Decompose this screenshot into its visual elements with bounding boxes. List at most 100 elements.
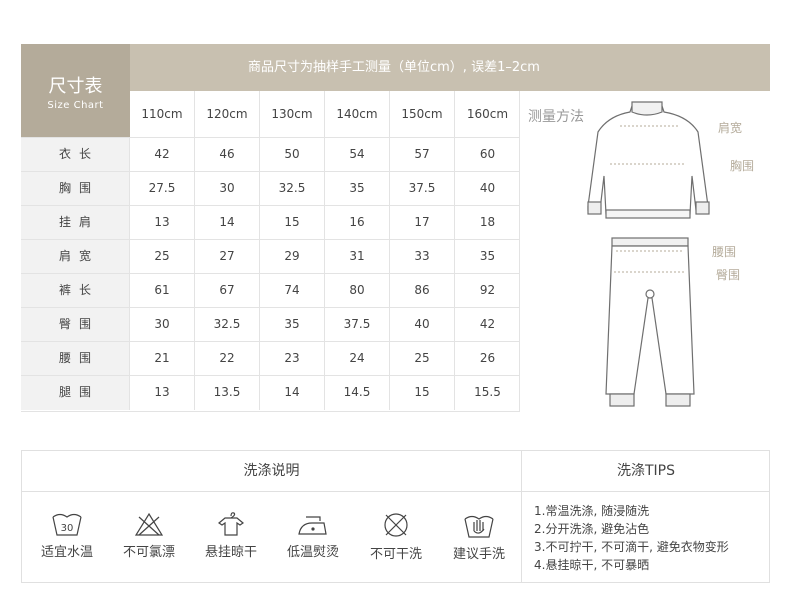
table-cell: 30 bbox=[130, 308, 195, 342]
washing-title: 洗涤说明 bbox=[22, 451, 521, 492]
shoulder-label: 肩宽 bbox=[718, 121, 743, 135]
wash-temp-badge: 30 bbox=[61, 523, 74, 534]
size-column-header: 140cm bbox=[325, 91, 390, 137]
table-cell: 86 bbox=[390, 274, 455, 308]
table-cell: 40 bbox=[390, 308, 455, 342]
table-cell: 27.5 bbox=[130, 172, 195, 206]
size-column-header: 150cm bbox=[390, 91, 455, 137]
table-cell: 31 bbox=[325, 240, 390, 274]
table-cell: 17 bbox=[390, 206, 455, 240]
table-cell: 13 bbox=[130, 376, 195, 410]
size-table: 110cm 120cm 130cm 140cm 150cm 160cm 衣长 4… bbox=[21, 91, 520, 412]
size-header-row: 110cm 120cm 130cm 140cm 150cm 160cm bbox=[130, 91, 520, 137]
table-cell: 15 bbox=[260, 206, 325, 240]
row-label: 胸围 bbox=[21, 172, 130, 206]
size-column-header: 110cm bbox=[130, 91, 195, 137]
hang-dry-item: 悬挂晾干 bbox=[190, 511, 272, 560]
table-cell: 13.5 bbox=[195, 376, 260, 410]
table-cell: 26 bbox=[479, 351, 496, 365]
table-cell: 32.5 bbox=[195, 308, 260, 342]
row-label: 挂肩 bbox=[21, 206, 130, 240]
table-cell: 16 bbox=[325, 206, 390, 240]
table-cell: 15.5 bbox=[474, 385, 501, 399]
table-cell: 57 bbox=[390, 138, 455, 172]
right-ankle-cuff bbox=[665, 393, 691, 407]
table-cell: 22 bbox=[195, 342, 260, 376]
table-cell: 61 bbox=[130, 274, 195, 308]
low-iron-item: 低温熨烫 bbox=[272, 511, 354, 560]
table-row: 胸围 27.5 30 32.5 35 37.5 40 bbox=[21, 171, 520, 206]
garment-diagram bbox=[587, 101, 710, 407]
table-cell: 42 bbox=[479, 317, 496, 331]
table-cell: 21 bbox=[130, 342, 195, 376]
table-cell: 35 bbox=[479, 249, 496, 263]
washing-tips-list: 1.常温洗涤, 随浸随洗 2.分开洗涤, 避免沾色 3.不可拧干, 不可滴干, … bbox=[521, 492, 770, 583]
table-cell: 37.5 bbox=[325, 308, 390, 342]
table-row: 腿围 13 13.5 14 14.5 15 15.5 bbox=[21, 375, 520, 411]
wash-30-icon: 30 bbox=[52, 513, 82, 536]
table-row: 肩宽 25 27 29 31 33 35 bbox=[21, 239, 520, 274]
left-ankle-cuff bbox=[609, 393, 635, 407]
table-cell: 67 bbox=[195, 274, 260, 308]
table-cell: 74 bbox=[260, 274, 325, 308]
row-label: 臀围 bbox=[21, 308, 130, 342]
table-cell: 13 bbox=[130, 206, 195, 240]
pants-waistband bbox=[611, 237, 689, 247]
table-cell: 15 bbox=[390, 376, 455, 410]
size-column-header: 160cm bbox=[466, 107, 509, 121]
hip-label: 臀围 bbox=[716, 268, 741, 282]
table-cell: 14.5 bbox=[325, 376, 390, 410]
table-divider bbox=[21, 411, 520, 412]
table-cell: 54 bbox=[325, 138, 390, 172]
row-label: 裤长 bbox=[21, 274, 130, 308]
pants-crotch-mark bbox=[645, 289, 655, 299]
no-dry-clean-item: 不可干洗 bbox=[355, 511, 437, 562]
table-cell: 14 bbox=[195, 206, 260, 240]
table-cell: 33 bbox=[390, 240, 455, 274]
table-cell: 60 bbox=[479, 147, 496, 161]
row-label: 腿围 bbox=[21, 376, 130, 410]
table-cell: 29 bbox=[260, 240, 325, 274]
top-hem bbox=[605, 209, 691, 219]
table-cell: 46 bbox=[195, 138, 260, 172]
table-cell: 23 bbox=[260, 342, 325, 376]
table-cell: 25 bbox=[390, 342, 455, 376]
wash-item-label: 建议手洗 bbox=[452, 547, 505, 562]
size-column-header: 130cm bbox=[260, 91, 325, 137]
table-cell: 37.5 bbox=[390, 172, 455, 206]
table-cell: 24 bbox=[325, 342, 390, 376]
table-row: 腰围 21 22 23 24 25 26 bbox=[21, 341, 520, 376]
hand-wash-item: 建议手洗 bbox=[438, 511, 520, 562]
table-row: 衣长 42 46 50 54 57 60 bbox=[21, 137, 520, 172]
washing-panel: 洗涤说明 洗涤TIPS 30 适宜水温 不可氯漂 悬挂晾干 低温熨烫 不可干洗 … bbox=[21, 450, 770, 583]
table-cell: 42 bbox=[130, 138, 195, 172]
wash-item-label: 不可干洗 bbox=[369, 547, 422, 562]
wash-item-label: 不可氯漂 bbox=[122, 545, 175, 560]
table-cell: 32.5 bbox=[260, 172, 325, 206]
low-iron-icon bbox=[298, 516, 327, 535]
pants-outline bbox=[605, 245, 695, 395]
tip-item: 2.分开洗涤, 避免沾色 bbox=[534, 522, 650, 536]
waist-label: 腰围 bbox=[712, 245, 737, 259]
table-cell: 14 bbox=[260, 376, 325, 410]
wash-item-label: 悬挂晾干 bbox=[204, 545, 257, 560]
row-label: 肩宽 bbox=[21, 240, 130, 274]
table-cell: 35 bbox=[325, 172, 390, 206]
left-cuff bbox=[587, 201, 602, 215]
table-cell: 27 bbox=[195, 240, 260, 274]
collar-outline bbox=[631, 101, 663, 116]
table-cell: 18 bbox=[479, 215, 496, 229]
table-row: 臀围 30 32.5 35 37.5 40 42 bbox=[21, 307, 520, 342]
row-label: 腰围 bbox=[21, 342, 130, 376]
row-label: 衣长 bbox=[21, 138, 130, 172]
top-garment-outline bbox=[587, 105, 709, 215]
table-cell: 25 bbox=[130, 240, 195, 274]
wash-item-label: 低温熨烫 bbox=[286, 545, 339, 560]
tip-item: 4.悬挂晾干, 不可暴晒 bbox=[534, 558, 650, 572]
table-cell: 50 bbox=[260, 138, 325, 172]
size-column-header: 120cm bbox=[195, 91, 260, 137]
table-cell: 92 bbox=[479, 283, 496, 297]
table-row: 挂肩 13 14 15 16 17 18 bbox=[21, 205, 520, 240]
wash-item-label: 适宜水温 bbox=[40, 545, 93, 560]
table-cell: 35 bbox=[260, 308, 325, 342]
